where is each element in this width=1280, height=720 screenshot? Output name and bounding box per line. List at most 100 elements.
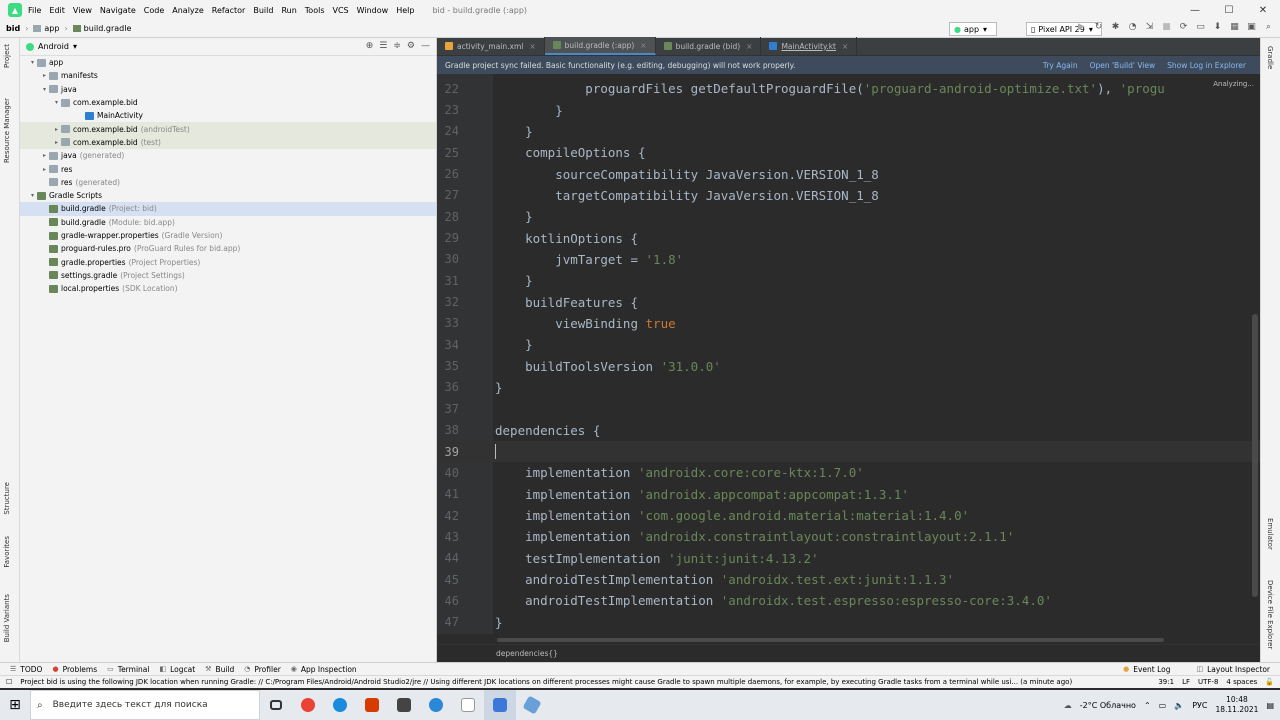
code-line[interactable]: 39	[437, 440, 1260, 463]
menu-view[interactable]: View	[73, 6, 92, 15]
code-line[interactable]: 46 androidTestImplementation 'androidx.t…	[437, 590, 1260, 611]
code-line[interactable]: 24 }	[437, 121, 1260, 142]
tool-window-todo[interactable]: ☰ TODO	[10, 665, 42, 674]
code-line[interactable]: 45 androidTestImplementation 'androidx.t…	[437, 569, 1260, 590]
close-tab-icon[interactable]: ×	[842, 42, 848, 51]
tool-tab-resource-manager[interactable]: Resource Manager	[3, 98, 11, 163]
edge-icon[interactable]	[324, 690, 356, 720]
volume-icon[interactable]: 🔈	[1174, 701, 1184, 710]
tool-window-app-inspection[interactable]: ◉ App Inspection	[291, 665, 357, 674]
profile-icon[interactable]: ◔	[1127, 22, 1138, 33]
tree-item[interactable]: proguard-rules.pro (ProGuard Rules for bi…	[20, 242, 436, 255]
sdk-manager-icon[interactable]: ⬇	[1212, 22, 1223, 33]
line-separator[interactable]: LF	[1182, 678, 1190, 686]
code-line[interactable]: 38 dependencies {	[437, 420, 1260, 441]
file-encoding[interactable]: UTF-8	[1198, 678, 1218, 686]
editor-tab[interactable]: build.gradle (:app) ×	[544, 37, 656, 55]
expand-arrow-icon[interactable]: ▸	[40, 166, 49, 173]
tree-item[interactable]: ▸ com.example.bid (androidTest)	[20, 122, 436, 136]
weather-text[interactable]: -2°C Облачно	[1080, 701, 1136, 710]
tool-window-layout-inspector[interactable]: ◫ Layout Inspector	[1197, 665, 1271, 674]
tree-item[interactable]: settings.gradle (Project Settings)	[20, 269, 436, 282]
notifications-icon[interactable]: ▤	[1266, 701, 1274, 710]
tree-item[interactable]: gradle.properties (Project Properties)	[20, 255, 436, 268]
tool-tab-favorites[interactable]: Favorites	[3, 536, 11, 568]
tree-item[interactable]: ▸ res	[20, 162, 436, 175]
code-line[interactable]: 41 implementation 'androidx.appcompat:ap…	[437, 484, 1260, 505]
expand-arrow-icon[interactable]: ▾	[52, 99, 61, 106]
tree-item[interactable]: build.gradle (Module: bid.app)	[20, 216, 436, 229]
tool-tab-structure[interactable]: Structure	[3, 482, 11, 515]
code-line[interactable]: 47}	[437, 612, 1260, 633]
run-icon[interactable]: ▶	[1076, 22, 1087, 33]
minimize-icon[interactable]: —	[1178, 0, 1212, 20]
breadcrumb-module[interactable]: app	[44, 24, 59, 33]
tree-item[interactable]: res (generated)	[20, 176, 436, 189]
menu-vcs[interactable]: VCS	[333, 6, 349, 15]
locate-icon[interactable]: ⊕	[366, 41, 374, 51]
tree-item[interactable]: ▸ com.example.bid (test)	[20, 135, 436, 150]
expand-arrow-icon[interactable]: ▸	[40, 152, 49, 159]
tool-window-profiler[interactable]: ◔ Profiler	[244, 665, 281, 674]
cube-app-icon[interactable]	[388, 690, 420, 720]
editor-breadcrumb[interactable]: dependencies{}	[437, 644, 1260, 662]
menu-window[interactable]: Window	[357, 6, 389, 15]
tree-item[interactable]: ▾ java	[20, 83, 436, 96]
hide-icon[interactable]: —	[421, 41, 430, 51]
code-line[interactable]: 26 sourceCompatibility JavaVersion.VERSI…	[437, 163, 1260, 184]
close-icon[interactable]: ✕	[1246, 0, 1280, 20]
menu-file[interactable]: File	[28, 6, 41, 15]
avd-manager-icon[interactable]: ▭	[1195, 22, 1206, 33]
chevron-down-icon[interactable]: ▾	[73, 42, 77, 51]
code-line[interactable]: 30 jvmTarget = '1.8'	[437, 249, 1260, 270]
menu-refactor[interactable]: Refactor	[212, 6, 246, 15]
tool-window-build[interactable]: ⚒ Build	[205, 665, 234, 674]
tree-item[interactable]: ▾ com.example.bid	[20, 96, 436, 109]
expand-arrow-icon[interactable]: ▸	[52, 126, 61, 133]
menu-navigate[interactable]: Navigate	[100, 6, 136, 15]
collapse-all-icon[interactable]: ☰	[379, 41, 387, 51]
language-indicator[interactable]: РУС	[1192, 701, 1207, 710]
tool-app-icon[interactable]	[516, 690, 548, 720]
editor-tab[interactable]: activity_main.xml ×	[437, 37, 545, 55]
tree-item[interactable]: build.gradle (Project: bid)	[20, 202, 436, 216]
store-icon[interactable]	[420, 690, 452, 720]
menu-help[interactable]: Help	[396, 6, 414, 15]
tool-tab-build-variants[interactable]: Build Variants	[3, 594, 11, 642]
code-line[interactable]: 34 }	[437, 334, 1260, 355]
close-tab-icon[interactable]: ×	[746, 42, 752, 51]
try-again-link[interactable]: Try Again	[1043, 61, 1078, 70]
tool-window-logcat[interactable]: ◧ Logcat	[159, 665, 195, 674]
tree-item[interactable]: gradle-wrapper.properties (Gradle Version…	[20, 229, 436, 242]
indent-setting[interactable]: 4 spaces	[1226, 678, 1257, 686]
code-line[interactable]: 36}	[437, 377, 1260, 398]
tree-item[interactable]: ▸ java (generated)	[20, 149, 436, 162]
code-line[interactable]: 23 }	[437, 99, 1260, 120]
tool-tab-emulator[interactable]: Emulator	[1266, 518, 1274, 550]
code-line[interactable]: 29 kotlinOptions {	[437, 227, 1260, 248]
code-line[interactable]: 25 compileOptions {	[437, 142, 1260, 163]
run-config-select[interactable]: ● app ▾	[949, 22, 997, 36]
code-line[interactable]: 31 }	[437, 270, 1260, 291]
expand-arrow-icon[interactable]: ▾	[28, 192, 37, 199]
tool-window-problems[interactable]: ● Problems	[52, 665, 97, 674]
cursor-position[interactable]: 39:1	[1158, 678, 1174, 686]
device-manager-icon[interactable]: ▣	[1246, 22, 1257, 33]
tool-window-event-log[interactable]: ● Event Log	[1123, 665, 1170, 674]
tree-item[interactable]: MainActivity	[20, 109, 436, 122]
code-line[interactable]: 35 buildToolsVersion '31.0.0'	[437, 355, 1260, 376]
code-line[interactable]: 28 }	[437, 206, 1260, 227]
tool-tab-gradle[interactable]: Gradle	[1266, 46, 1274, 69]
menu-code[interactable]: Code	[144, 6, 164, 15]
close-tab-icon[interactable]: ×	[529, 42, 535, 51]
office-icon[interactable]	[356, 690, 388, 720]
close-tab-icon[interactable]: ×	[640, 41, 646, 50]
chevron-up-icon[interactable]: ⌃	[1144, 701, 1151, 710]
apply-changes-icon[interactable]: ↻	[1093, 22, 1104, 33]
expand-arrow-icon[interactable]: ▾	[28, 59, 37, 66]
taskbar-search[interactable]: ⌕ Введите здесь текст для поиска	[30, 690, 260, 720]
open-build-view-link[interactable]: Open 'Build' View	[1090, 61, 1156, 70]
vertical-scrollbar[interactable]	[1252, 314, 1258, 597]
status-message[interactable]: Project bid is using the following JDK l…	[20, 678, 1100, 686]
expand-arrow-icon[interactable]: ▸	[40, 72, 49, 79]
